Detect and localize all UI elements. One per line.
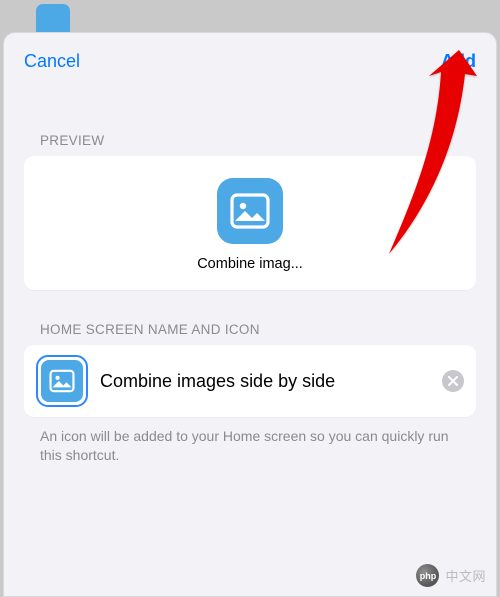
- name-icon-row: [24, 345, 476, 417]
- watermark-text: 中文网: [445, 566, 486, 585]
- photo-icon: [48, 367, 76, 395]
- watermark-logo: php: [416, 564, 439, 587]
- shortcut-icon: [41, 360, 83, 402]
- preview-app-label: Combine imag...: [197, 256, 303, 272]
- sheet-header: Cancel Add: [4, 33, 496, 86]
- shortcut-name-input[interactable]: [100, 371, 430, 392]
- photo-icon: [228, 189, 272, 233]
- watermark: php 中文网: [416, 564, 486, 587]
- preview-card: Combine imag...: [24, 156, 476, 290]
- footer-help-text: An icon will be added to your Home scree…: [4, 417, 496, 465]
- shortcut-icon-picker[interactable]: [36, 355, 88, 407]
- add-button[interactable]: Add: [441, 51, 476, 72]
- preview-section-label: PREVIEW: [4, 133, 496, 148]
- close-icon: [448, 376, 458, 386]
- preview-app-icon: [217, 178, 283, 244]
- name-icon-section-label: HOME SCREEN NAME AND ICON: [4, 322, 496, 337]
- clear-text-button[interactable]: [442, 370, 464, 392]
- add-to-home-screen-sheet: Cancel Add PREVIEW Combine imag... HOME …: [3, 32, 497, 597]
- cancel-button[interactable]: Cancel: [24, 51, 80, 72]
